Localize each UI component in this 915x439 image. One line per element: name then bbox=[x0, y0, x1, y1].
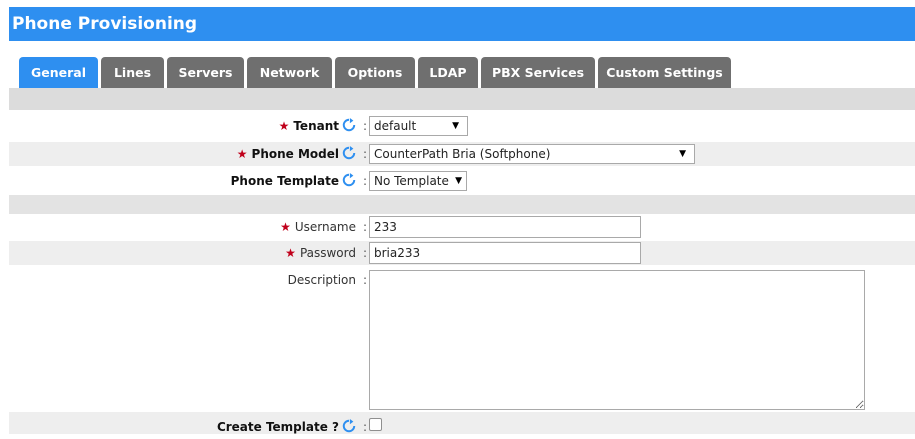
required-star: ★ bbox=[278, 119, 290, 133]
username-label: ★ Username bbox=[280, 220, 356, 234]
required-star: ★ bbox=[236, 147, 248, 161]
refresh-icon[interactable] bbox=[342, 173, 356, 187]
tab-servers[interactable]: Servers bbox=[167, 57, 244, 88]
phone-model-select[interactable]: CounterPath Bria (Softphone) ▼ bbox=[369, 144, 695, 164]
colon: : bbox=[363, 420, 368, 434]
description-label: Description bbox=[287, 273, 356, 287]
tab-pbx-services[interactable]: PBX Services bbox=[481, 57, 595, 88]
phone-template-row: Phone Template : No Template ▼ bbox=[9, 169, 915, 193]
description-textarea[interactable] bbox=[369, 270, 865, 410]
tab-ldap[interactable]: LDAP bbox=[418, 57, 478, 88]
tenant-label: ★ Tenant bbox=[279, 114, 356, 138]
required-star: ★ bbox=[285, 246, 296, 260]
refresh-icon[interactable] bbox=[342, 419, 356, 433]
refresh-icon[interactable] bbox=[342, 146, 356, 160]
colon: : bbox=[363, 119, 368, 133]
create-template-row: Create Template ? : bbox=[9, 412, 915, 434]
colon: : bbox=[363, 220, 368, 234]
section-header-band bbox=[9, 88, 915, 110]
phone-model-label: ★ Phone Model bbox=[237, 142, 356, 166]
tenant-row: ★ Tenant : default ▼ bbox=[9, 114, 915, 138]
password-label: ★ Password bbox=[285, 246, 356, 260]
refresh-icon[interactable] bbox=[342, 118, 356, 132]
username-input[interactable] bbox=[369, 216, 641, 238]
chevron-down-icon: ▼ bbox=[455, 176, 462, 186]
tab-general[interactable]: General bbox=[19, 57, 98, 88]
tab-bar: General Lines Servers Network Options LD… bbox=[9, 41, 915, 88]
phone-model-row: ★ Phone Model : CounterPath Bria (Softpho… bbox=[9, 142, 915, 166]
colon: : bbox=[363, 273, 368, 287]
tab-network[interactable]: Network bbox=[247, 57, 332, 88]
create-template-label: Create Template ? bbox=[217, 415, 356, 439]
required-star: ★ bbox=[280, 220, 291, 234]
phone-template-select[interactable]: No Template ▼ bbox=[369, 171, 467, 191]
tenant-select[interactable]: default ▼ bbox=[369, 116, 468, 136]
password-input[interactable] bbox=[369, 242, 641, 264]
tab-lines[interactable]: Lines bbox=[101, 57, 164, 88]
chevron-down-icon: ▼ bbox=[679, 149, 686, 159]
chevron-down-icon: ▼ bbox=[452, 121, 459, 131]
tab-options[interactable]: Options bbox=[335, 57, 415, 88]
username-row: ★ Username : bbox=[9, 215, 915, 239]
password-row: ★ Password : bbox=[9, 241, 915, 265]
create-template-checkbox[interactable] bbox=[369, 418, 382, 431]
phone-template-label: Phone Template bbox=[231, 169, 356, 193]
colon: : bbox=[363, 147, 368, 161]
tab-custom-settings[interactable]: Custom Settings bbox=[598, 57, 731, 88]
colon: : bbox=[363, 174, 368, 188]
page-title: Phone Provisioning bbox=[9, 7, 915, 41]
section-separator bbox=[9, 195, 915, 214]
colon: : bbox=[363, 246, 368, 260]
